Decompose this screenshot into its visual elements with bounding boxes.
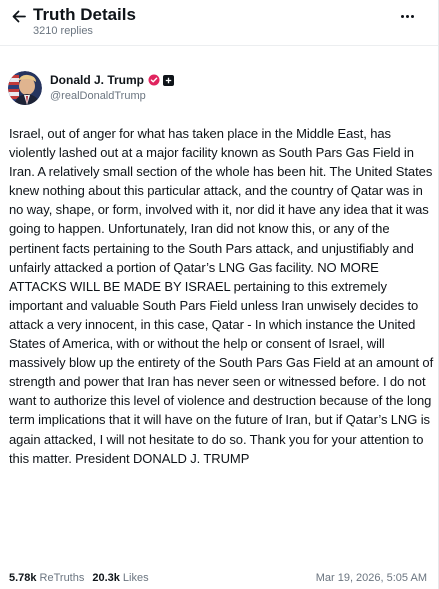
retruths-stat[interactable]: 5.78k ReTruths xyxy=(9,571,84,585)
avatar[interactable] xyxy=(8,71,42,105)
more-dot xyxy=(410,14,414,18)
likes-count: 20.3k xyxy=(92,572,120,584)
header: Truth Details 3210 replies xyxy=(0,0,438,44)
more-horizontal-icon xyxy=(400,14,404,18)
avatar-image xyxy=(8,71,42,105)
post-body: Israel, out of anger for what has taken … xyxy=(9,126,434,466)
plus-square-icon xyxy=(163,74,175,86)
author-handle[interactable]: @realDonaldTrump xyxy=(50,90,146,103)
truth-details-page: Truth Details 3210 replies Donald J. Tru… xyxy=(0,0,439,589)
more-dot xyxy=(405,14,409,18)
likes-label: Likes xyxy=(122,572,149,584)
author-name[interactable]: Donald J. Trump xyxy=(50,73,144,87)
header-divider xyxy=(0,45,438,46)
page-title: Truth Details xyxy=(33,5,136,24)
reply-count: 3210 replies xyxy=(33,25,93,37)
author-name-row: Donald J. Trump xyxy=(50,73,175,87)
back-button[interactable] xyxy=(9,7,29,25)
likes-stat[interactable]: 20.3k Likes xyxy=(92,571,148,585)
post-stats: 5.78k ReTruths 20.3k Likes xyxy=(9,571,149,585)
plus-glyph xyxy=(165,77,172,83)
retruths-count: 5.78k xyxy=(9,572,37,584)
post-timestamp: Mar 19, 2026, 5:05 AM xyxy=(315,572,427,584)
verified-badge-icon xyxy=(148,74,160,86)
arrow-left-icon xyxy=(12,10,26,22)
retruths-label: ReTruths xyxy=(39,572,85,584)
more-options-button[interactable] xyxy=(396,6,418,26)
